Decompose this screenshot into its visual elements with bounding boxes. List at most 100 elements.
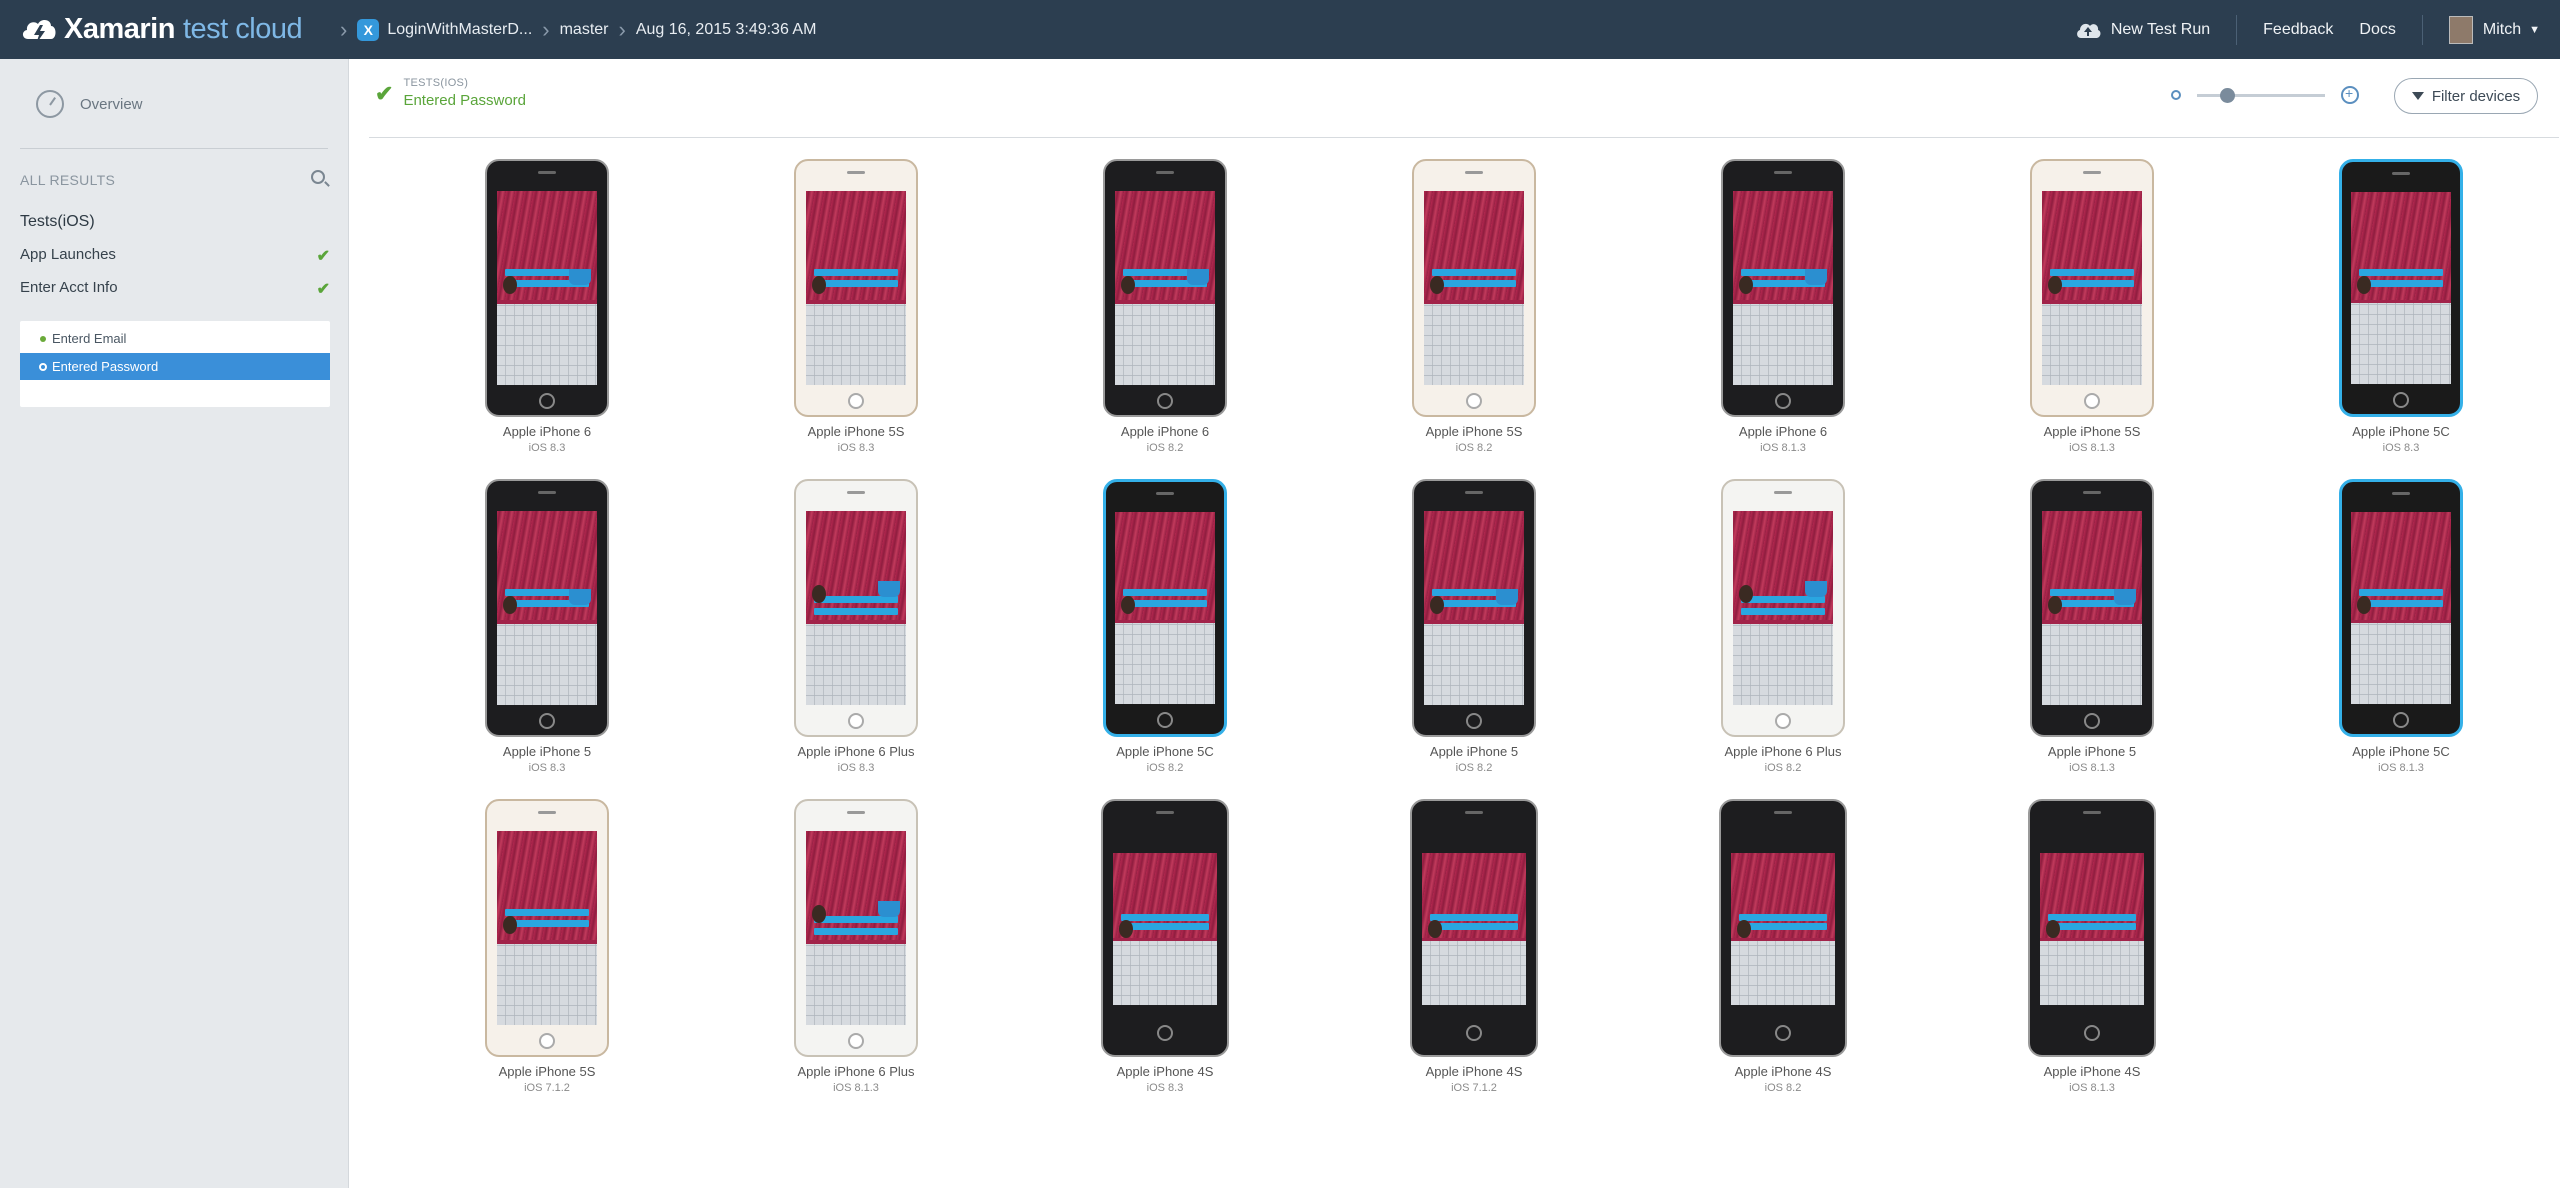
device-os-version: iOS 8.3 [837,762,875,774]
device-screenshot[interactable] [1412,479,1536,737]
docs-link[interactable]: Docs [2359,21,2395,39]
device-screenshot[interactable] [794,799,918,1057]
device-screenshot[interactable] [485,479,609,737]
keyboard [2351,303,2451,384]
breadcrumb-app[interactable]: LoginWithMasterD... [387,21,532,39]
device-name: Apple iPhone 4S [1734,1064,1832,1079]
device-tile[interactable]: Apple iPhone 5S iOS 8.3 [756,159,956,454]
device-screenshot[interactable] [1719,799,1847,1057]
device-tile[interactable]: Apple iPhone 5S iOS 8.2 [1374,159,1574,454]
device-tile[interactable]: Apple iPhone 5 iOS 8.2 [1374,479,1574,774]
email-field [1740,596,1826,604]
step-enterd-email[interactable]: Enterd Email [20,325,330,352]
device-os-version: iOS 8.3 [837,442,875,454]
new-test-run-button[interactable]: New Test Run [2075,21,2210,39]
zoom-slider[interactable] [2197,87,2325,103]
device-screenshot[interactable] [2028,799,2156,1057]
home-button-icon [2393,392,2409,408]
sidebar-item-enter-acct-info[interactable]: Enter Acct Info ✔ [20,279,330,299]
device-name: Apple iPhone 5 [1429,744,1519,759]
figurine-image [811,904,826,923]
check-icon: ✔ [316,281,330,298]
device-screenshot[interactable] [1721,479,1845,737]
device-tile[interactable]: Apple iPhone 4S iOS 8.2 [1683,799,1883,1094]
password-field [1430,922,1518,930]
step-title: Entered Password [403,92,527,109]
overview-label: Overview [80,95,143,113]
device-name: Apple iPhone 4S [1116,1064,1214,1079]
speaker-grille [2083,491,2101,494]
zoom-out-icon[interactable] [2171,90,2181,100]
overview-link[interactable]: Overview [36,90,143,118]
filter-devices-button[interactable]: Filter devices [2394,78,2538,114]
keyboard [1730,941,1836,1005]
device-screenshot[interactable] [1721,159,1845,417]
check-icon: ✔ [375,81,394,106]
figurine-image [1119,919,1134,938]
figurine-image [502,276,517,295]
device-tile[interactable]: Apple iPhone 6 Plus iOS 8.3 [756,479,956,774]
zoom-in-icon[interactable] [2341,85,2359,104]
feedback-link[interactable]: Feedback [2263,21,2333,39]
figurine-image [1429,596,1444,615]
speaker-grille [1156,811,1174,814]
device-screenshot[interactable] [1410,799,1538,1057]
mug-image [1805,580,1828,597]
device-tile[interactable]: Apple iPhone 6 iOS 8.2 [1065,159,1265,454]
search-icon[interactable] [311,170,325,184]
email-field [1123,588,1207,596]
device-tile[interactable]: Apple iPhone 5S iOS 8.1.3 [1992,159,2192,454]
device-tile[interactable]: Apple iPhone 6 iOS 8.1.3 [1683,159,1883,454]
device-tile[interactable]: Apple iPhone 6 iOS 8.3 [447,159,647,454]
user-menu[interactable]: Mitch ▼ [2448,15,2540,44]
device-screenshot[interactable] [794,159,918,417]
device-tile[interactable]: Apple iPhone 6 Plus iOS 8.1.3 [756,799,956,1094]
device-os-version: iOS 8.3 [1146,1082,1184,1094]
device-screenshot[interactable] [2030,479,2154,737]
email-field [1431,268,1517,276]
device-screen [2041,191,2143,385]
keyboard [805,623,907,705]
brand-logo[interactable]: Xamarin test cloud [20,13,330,47]
device-screenshot[interactable] [485,159,609,417]
device-tile[interactable]: Apple iPhone 4S iOS 8.3 [1065,799,1265,1094]
device-tile[interactable]: Apple iPhone 4S iOS 7.1.2 [1374,799,1574,1094]
test-crumb[interactable]: TESTS(IOS) [403,77,526,89]
device-tile[interactable]: Apple iPhone 6 Plus iOS 8.2 [1683,479,1883,774]
home-button-icon [1157,1025,1173,1041]
device-screenshot[interactable] [1412,159,1536,417]
device-screenshot[interactable] [2030,159,2154,417]
chevron-right-icon: › [618,16,626,42]
nav-divider [2236,14,2238,45]
tests-ios-item[interactable]: Tests(iOS) [20,213,95,231]
device-screenshot[interactable] [2339,479,2463,737]
device-tile[interactable]: Apple iPhone 5C iOS 8.3 [2301,159,2501,454]
device-tile[interactable]: Apple iPhone 4S iOS 8.1.3 [1992,799,2192,1094]
device-name: Apple iPhone 6 [502,424,592,439]
sidebar-item-app-launches[interactable]: App Launches ✔ [20,246,330,266]
password-field [1739,922,1827,930]
device-tile[interactable]: Apple iPhone 5C iOS 8.1.3 [2301,479,2501,774]
zoom-slider-handle[interactable] [2220,87,2235,103]
device-screen [2041,511,2143,705]
step-entered-password[interactable]: Entered Password [20,353,330,380]
keyboard [805,943,907,1025]
sidebar-item-label: App Launches [20,246,116,263]
device-screenshot[interactable] [1101,799,1229,1057]
device-screenshot[interactable] [1103,159,1227,417]
device-screenshot[interactable] [2339,159,2463,417]
device-tile[interactable]: Apple iPhone 5 iOS 8.1.3 [1992,479,2192,774]
device-screenshot[interactable] [794,479,918,737]
device-tile[interactable]: Apple iPhone 5 iOS 8.3 [447,479,647,774]
device-os-version: iOS 7.1.2 [524,1082,570,1094]
home-button-icon [1466,713,1482,729]
password-field [813,608,899,615]
breadcrumb-run-date[interactable]: Aug 16, 2015 3:49:36 AM [636,21,817,39]
device-screenshot[interactable] [485,799,609,1057]
device-name: Apple iPhone 6 Plus [1724,744,1842,759]
device-os-version: iOS 7.1.2 [1451,1082,1497,1094]
device-screenshot[interactable] [1103,479,1227,737]
breadcrumb-branch[interactable]: master [560,21,609,39]
device-tile[interactable]: Apple iPhone 5S iOS 7.1.2 [447,799,647,1094]
device-tile[interactable]: Apple iPhone 5C iOS 8.2 [1065,479,1265,774]
